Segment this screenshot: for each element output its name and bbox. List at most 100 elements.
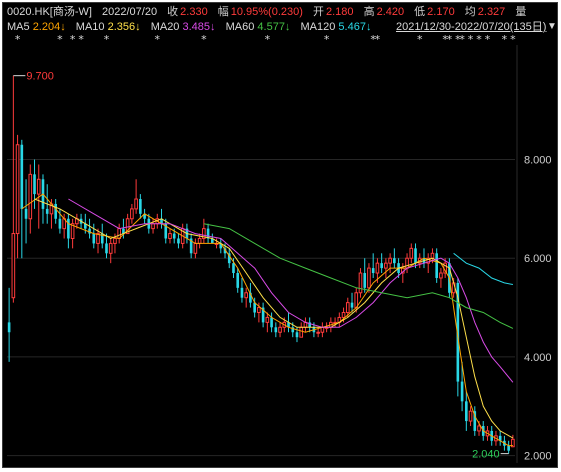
event-star-marker[interactable]: * bbox=[265, 33, 271, 46]
y-tick-label: 4.000 bbox=[524, 352, 552, 364]
candle[interactable] bbox=[414, 243, 417, 269]
candle[interactable] bbox=[177, 233, 180, 249]
event-star-marker[interactable]: * bbox=[15, 33, 21, 46]
candle[interactable] bbox=[363, 258, 367, 293]
candle-body bbox=[108, 242, 113, 254]
candle[interactable] bbox=[96, 228, 100, 254]
candle[interactable] bbox=[240, 277, 244, 303]
event-star-marker[interactable]: * bbox=[155, 33, 161, 46]
candle[interactable] bbox=[151, 218, 155, 234]
event-star-marker[interactable]: * bbox=[201, 33, 207, 46]
candle[interactable] bbox=[337, 312, 342, 328]
candle[interactable] bbox=[498, 430, 502, 446]
event-star-marker[interactable]: * bbox=[57, 33, 63, 46]
candle[interactable] bbox=[24, 179, 28, 244]
candle[interactable] bbox=[261, 302, 265, 328]
candle[interactable] bbox=[435, 248, 438, 283]
candlestick-chart[interactable]: * * * * * * * * * ** * ** ** * * * * * 8.000 6.000 4.000 2.0… bbox=[3, 3, 558, 468]
event-star-marker[interactable]: * bbox=[502, 33, 508, 46]
candle[interactable] bbox=[426, 253, 431, 274]
candle[interactable] bbox=[384, 258, 388, 278]
candle[interactable] bbox=[54, 199, 57, 224]
candle[interactable] bbox=[164, 218, 168, 244]
event-star-marker[interactable]: * bbox=[324, 33, 330, 46]
candle[interactable] bbox=[274, 322, 278, 338]
candle-body bbox=[58, 218, 62, 229]
event-star-marker[interactable]: * bbox=[375, 33, 381, 46]
candle[interactable] bbox=[308, 317, 311, 333]
candle-body bbox=[130, 208, 134, 220]
candle-body bbox=[15, 144, 20, 235]
event-star-marker[interactable]: * bbox=[78, 33, 84, 46]
candle[interactable] bbox=[409, 243, 414, 264]
candle[interactable] bbox=[189, 233, 193, 259]
candles bbox=[7, 75, 515, 454]
candle[interactable] bbox=[130, 203, 134, 224]
candle-body bbox=[139, 199, 142, 214]
candle[interactable] bbox=[227, 248, 231, 269]
candle-body bbox=[371, 268, 375, 274]
candle[interactable] bbox=[7, 287, 11, 362]
candle-body bbox=[105, 243, 108, 254]
candle[interactable] bbox=[468, 406, 473, 426]
ma-line-ma60 bbox=[203, 223, 514, 329]
candle[interactable] bbox=[28, 164, 33, 234]
event-star-marker[interactable]: * bbox=[468, 33, 474, 46]
event-star-marker[interactable]: * bbox=[459, 33, 465, 46]
candle[interactable] bbox=[88, 218, 91, 239]
candle[interactable] bbox=[473, 406, 477, 436]
candle[interactable] bbox=[371, 253, 375, 278]
candle-body bbox=[253, 302, 256, 313]
candle[interactable] bbox=[11, 75, 16, 303]
event-star-marker[interactable]: * bbox=[417, 33, 423, 46]
candle[interactable] bbox=[105, 233, 108, 259]
candle-body bbox=[20, 144, 24, 209]
event-star-marker[interactable]: * bbox=[476, 33, 482, 46]
candle[interactable] bbox=[358, 268, 363, 298]
candle[interactable] bbox=[20, 139, 24, 259]
candle[interactable] bbox=[278, 322, 282, 338]
candle[interactable] bbox=[206, 223, 210, 244]
candle-body bbox=[409, 247, 414, 259]
candle[interactable] bbox=[70, 218, 75, 249]
candle[interactable] bbox=[299, 322, 304, 338]
candle[interactable] bbox=[100, 223, 104, 249]
high-annotation-label: 9.700 bbox=[26, 71, 54, 83]
candle[interactable] bbox=[439, 268, 443, 288]
candle[interactable] bbox=[143, 208, 146, 224]
candle[interactable] bbox=[320, 322, 325, 338]
candle[interactable] bbox=[193, 238, 198, 259]
candle[interactable] bbox=[92, 223, 96, 249]
candle[interactable] bbox=[33, 159, 36, 209]
candle[interactable] bbox=[388, 253, 392, 274]
candle-body bbox=[193, 242, 198, 254]
candle[interactable] bbox=[350, 292, 354, 313]
candle[interactable] bbox=[244, 287, 248, 308]
candle[interactable] bbox=[380, 253, 383, 274]
candle[interactable] bbox=[270, 312, 273, 333]
candle[interactable] bbox=[117, 223, 121, 244]
candle[interactable] bbox=[236, 268, 240, 293]
candle[interactable] bbox=[507, 440, 510, 454]
candle[interactable] bbox=[134, 179, 138, 214]
candle[interactable] bbox=[41, 174, 45, 224]
candle[interactable] bbox=[265, 312, 270, 333]
candle[interactable] bbox=[108, 238, 113, 264]
candle[interactable] bbox=[465, 391, 468, 431]
candle[interactable] bbox=[219, 238, 223, 254]
event-star-marker[interactable]: * bbox=[447, 33, 453, 46]
candle[interactable] bbox=[168, 228, 172, 244]
candle[interactable] bbox=[202, 218, 206, 244]
event-star-marker[interactable]: * bbox=[104, 33, 110, 46]
candle[interactable] bbox=[67, 213, 70, 249]
candle-body bbox=[36, 178, 41, 195]
candle[interactable] bbox=[405, 253, 409, 274]
candle-body bbox=[265, 316, 270, 323]
event-star-marker[interactable]: * bbox=[485, 33, 491, 46]
event-star-marker[interactable]: * bbox=[510, 33, 516, 46]
candle[interactable] bbox=[139, 194, 142, 219]
kline-chart-panel[interactable]: 0020.HK[商汤-W] 2022/07/20 收 2.330 幅 10.95%(… bbox=[2, 2, 558, 468]
event-star-marker[interactable]: * bbox=[70, 33, 76, 46]
candle[interactable] bbox=[15, 134, 20, 259]
candle[interactable] bbox=[303, 317, 308, 333]
